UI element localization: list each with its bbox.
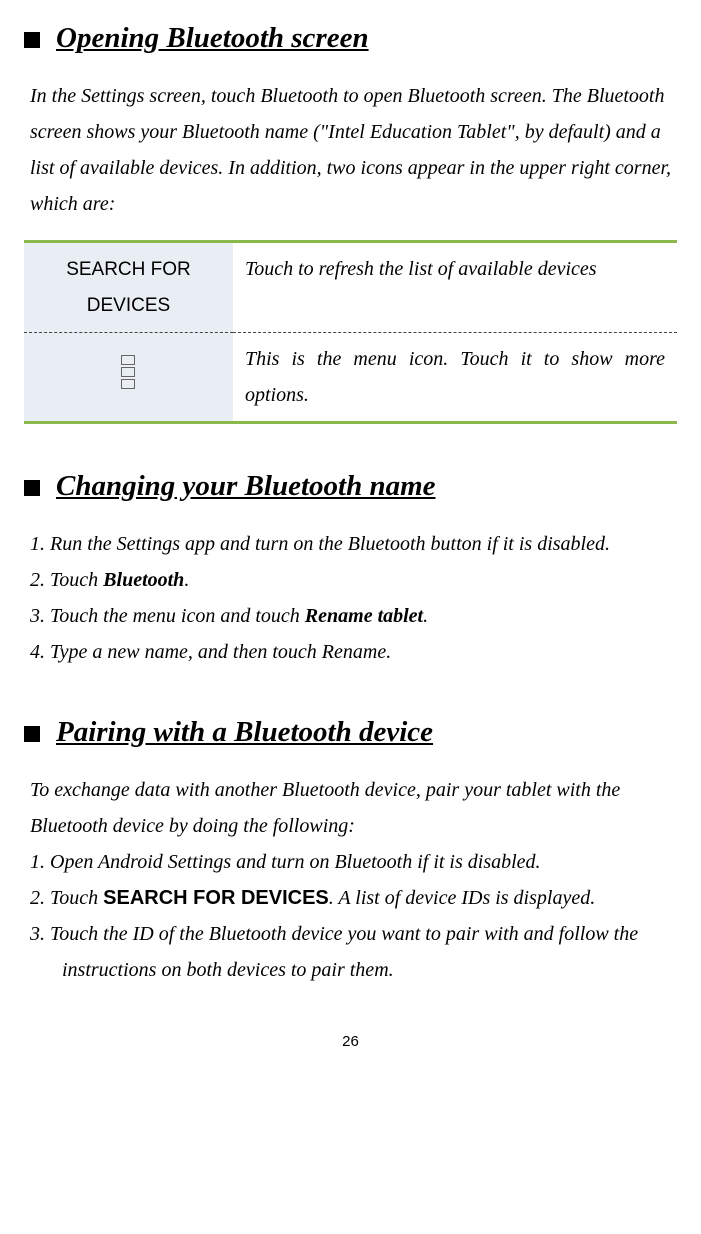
section-changing-name: Changing your Bluetooth name 1. Run the … [24, 460, 677, 670]
section-heading-row: Pairing with a Bluetooth device [24, 706, 677, 758]
list-item: 1. Run the Settings app and turn on the … [30, 526, 677, 562]
step-text: 3. Touch the menu icon and touch [30, 605, 305, 627]
list-item: 1. Open Android Settings and turn on Blu… [30, 844, 677, 880]
steps-list: 1. Open Android Settings and turn on Blu… [30, 844, 677, 988]
page-number: 26 [24, 1028, 677, 1055]
table-cell-right: Touch to refresh the list of available d… [233, 242, 677, 332]
list-item: 3. Touch the menu icon and touch Rename … [30, 598, 677, 634]
table-cell-left [24, 332, 233, 422]
step-bold: Rename tablet [305, 605, 423, 627]
table-row: This is the menu icon. Touch it to show … [24, 332, 677, 422]
table-cell-right: This is the menu icon. Touch it to show … [233, 332, 677, 422]
square-bullet-icon [24, 480, 40, 496]
section-title: Pairing with a Bluetooth device [56, 706, 433, 758]
step-text: 1. Run the Settings app and turn on the … [30, 533, 610, 555]
section-title: Changing your Bluetooth name [56, 460, 436, 512]
list-item: 4. Type a new name, and then touch Renam… [30, 634, 677, 670]
list-item: 2. Touch SEARCH FOR DEVICES. A list of d… [30, 880, 677, 916]
step-bold: SEARCH FOR DEVICES [103, 887, 329, 909]
step-text: 1. Open Android Settings and turn on Blu… [30, 851, 541, 873]
step-text: . [423, 605, 428, 627]
table-cell-left: SEARCH FOR DEVICES [24, 242, 233, 332]
step-text: . A list of device IDs is displayed. [329, 887, 595, 909]
step-text: 2. Touch [30, 887, 103, 909]
step-text: 2. Touch [30, 569, 103, 591]
intro-paragraph: In the Settings screen, touch Bluetooth … [30, 78, 677, 222]
menu-stack-icon [121, 355, 135, 389]
step-text: 3. Touch the ID of the Bluetooth device … [30, 923, 638, 981]
section-heading-row: Changing your Bluetooth name [24, 460, 677, 512]
step-text: . [184, 569, 189, 591]
search-for-devices-label: SEARCH FOR DEVICES [66, 259, 191, 316]
section-heading-row: Opening Bluetooth screen [24, 12, 677, 64]
list-item: 2. Touch Bluetooth. [30, 562, 677, 598]
square-bullet-icon [24, 726, 40, 742]
section-title: Opening Bluetooth screen [56, 12, 369, 64]
section-pairing-device: Pairing with a Bluetooth device To excha… [24, 706, 677, 988]
step-text: 4. Type a new name, and then touch Renam… [30, 641, 391, 663]
step-bold: Bluetooth [103, 569, 184, 591]
square-bullet-icon [24, 32, 40, 48]
steps-list: 1. Run the Settings app and turn on the … [30, 526, 677, 670]
icon-description-table: SEARCH FOR DEVICES Touch to refresh the … [24, 240, 677, 423]
section-opening-bluetooth: Opening Bluetooth screen In the Settings… [24, 12, 677, 424]
intro-paragraph: To exchange data with another Bluetooth … [30, 772, 677, 844]
list-item: 3. Touch the ID of the Bluetooth device … [30, 916, 677, 988]
table-row: SEARCH FOR DEVICES Touch to refresh the … [24, 242, 677, 332]
